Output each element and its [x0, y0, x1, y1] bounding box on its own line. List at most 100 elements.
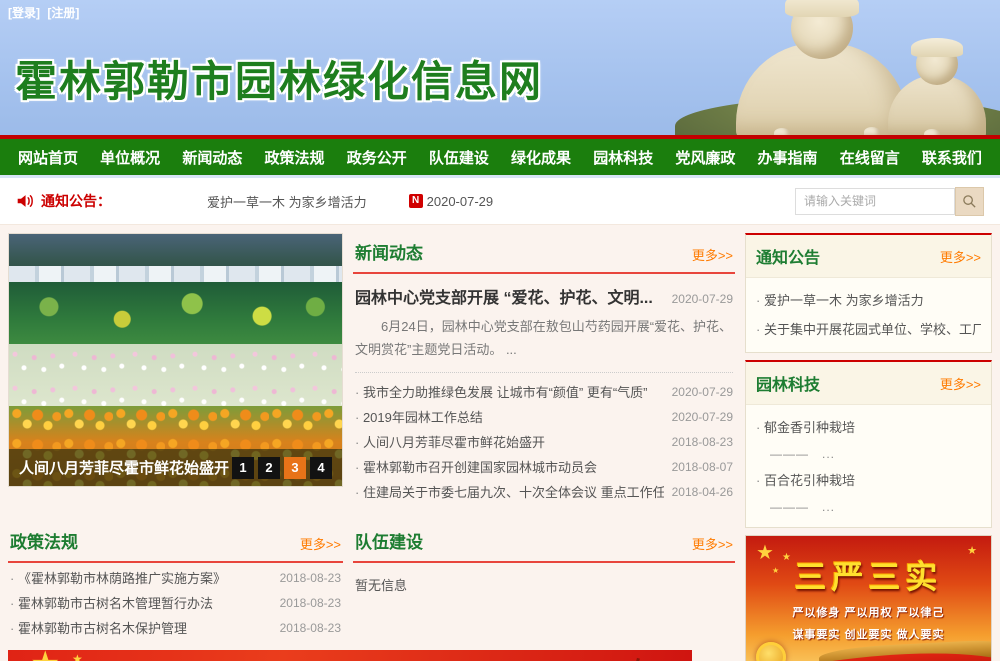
- nav-item-policy[interactable]: 政策法规: [265, 147, 325, 168]
- notices-list: 爱护一草一木 为家乡增活力 关于集中开展花园式单位、学校、工厂...: [746, 278, 991, 352]
- policy-item-title[interactable]: 《霍林郭勒市林荫路推广实施方案》: [10, 568, 272, 587]
- pager-button-1[interactable]: 1: [232, 457, 254, 479]
- statues-image: [690, 0, 1000, 135]
- carousel-caption-bar: 人间八月芳菲尽霍市鲜花始盛开 1 2 3 4: [9, 449, 342, 486]
- notices-box-title: 通知公告: [756, 244, 820, 268]
- star-icon: ★: [72, 652, 83, 661]
- carousel-caption[interactable]: 人间八月芳菲尽霍市鲜花始盛开: [19, 457, 232, 478]
- news-list-item[interactable]: 霍林郭勒市召开创建国家园林城市动员会 2018-08-07: [355, 454, 733, 479]
- news-item-title[interactable]: 人间八月芳菲尽霍市鲜花始盛开: [355, 432, 664, 451]
- carousel[interactable]: 人间八月芳菲尽霍市鲜花始盛开 1 2 3 4: [8, 233, 343, 487]
- policy-list-item[interactable]: 霍林郭勒市古树名木管理暂行办法 2018-08-23: [10, 590, 341, 615]
- news-item-date: 2018-08-07: [672, 460, 733, 474]
- pager-button-2[interactable]: 2: [258, 457, 280, 479]
- news-item-date: 2020-07-29: [672, 410, 733, 424]
- team-section-title: 队伍建设: [355, 528, 423, 553]
- featured-news-date: 2020-07-29: [672, 292, 733, 306]
- speaker-icon: [16, 192, 34, 210]
- nav-item-tech[interactable]: 园林科技: [593, 147, 653, 168]
- nav-item-news[interactable]: 新闻动态: [182, 147, 242, 168]
- nav-item-greening[interactable]: 绿化成果: [511, 147, 571, 168]
- policy-section-title: 政策法规: [10, 528, 78, 553]
- nav-item-party[interactable]: 党风廉政: [675, 147, 735, 168]
- sidebar: 通知公告 更多>> 爱护一草一木 为家乡增活力 关于集中开展花园式单位、学校、工…: [745, 233, 992, 661]
- nav-item-team[interactable]: 队伍建设: [429, 147, 489, 168]
- news-section: 新闻动态 更多>> 园林中心党支部开展 “爱花、护花、文明... 2020-07…: [353, 233, 735, 506]
- main-column: 人间八月芳菲尽霍市鲜花始盛开 1 2 3 4 新闻动态 更多>>: [8, 233, 735, 661]
- star-icon: ★: [30, 650, 60, 661]
- sanyan-banner-image[interactable]: ★ ★ ★ ★ 三严三实 严以修身 严以用权 严以律己 谋事要实 创业要实 做人…: [745, 535, 992, 661]
- policy-list-item[interactable]: 霍林郭勒市古树名木保护管理 2018-08-23: [10, 615, 341, 640]
- login-bar: [登录] [注册]: [8, 4, 83, 21]
- news-section-title: 新闻动态: [355, 239, 423, 264]
- news-section-head: 新闻动态 更多>>: [353, 233, 735, 274]
- policy-item-title[interactable]: 霍林郭勒市古树名木保护管理: [10, 618, 272, 637]
- news-item-title[interactable]: 住建局关于市委七届九次、十次全体会议 重点工作任...: [355, 482, 664, 501]
- policy-item-title[interactable]: 霍林郭勒市古树名木管理暂行办法: [10, 593, 272, 612]
- site-title: 霍林郭勒市园林绿化信息网: [15, 48, 543, 109]
- search-icon: [962, 194, 977, 209]
- yurt-shape: [774, 128, 790, 135]
- news-item-title[interactable]: 我市全力助推绿色发展 让城市有“颜值” 更有“气质”: [355, 382, 664, 401]
- policy-section-head: 政策法规 更多>>: [8, 522, 343, 563]
- sanyan-line1: 严以修身 严以用权 严以律己: [746, 604, 991, 620]
- pager-button-4[interactable]: 4: [310, 457, 332, 479]
- tech-item[interactable]: 郁金香引种栽培: [756, 413, 981, 442]
- carousel-pager: 1 2 3 4: [232, 457, 332, 479]
- news-more-link[interactable]: 更多>>: [692, 245, 733, 264]
- tech-more-link[interactable]: 更多>>: [940, 374, 981, 393]
- notice-item[interactable]: 爱护一草一木 为家乡增活力: [756, 286, 981, 315]
- policy-more-link[interactable]: 更多>>: [300, 534, 341, 553]
- login-link[interactable]: [登录]: [8, 6, 40, 20]
- nav-item-about[interactable]: 单位概况: [100, 147, 160, 168]
- nav-item-message[interactable]: 在线留言: [840, 147, 900, 168]
- tech-item[interactable]: 百合花引种栽培: [756, 466, 981, 495]
- notices-more-link[interactable]: 更多>>: [940, 247, 981, 266]
- featured-news: 园林中心党支部开展 “爱花、护花、文明... 2020-07-29 6月24日，…: [353, 274, 735, 368]
- policy-list: 《霍林郭勒市林荫路推广实施方案》 2018-08-23 霍林郭勒市古树名木管理暂…: [8, 563, 343, 642]
- policy-item-date: 2018-08-23: [280, 621, 341, 635]
- notice-bar: 通知公告： 爱护一草一木 为家乡增活力 N 2020-07-29: [0, 178, 1000, 225]
- nav-item-gov-affairs[interactable]: 政务公开: [347, 147, 407, 168]
- team-section-head: 队伍建设 更多>>: [353, 522, 735, 563]
- new-badge-icon: N: [409, 194, 423, 208]
- notices-box: 通知公告 更多>> 爱护一草一木 为家乡增活力 关于集中开展花园式单位、学校、工…: [745, 233, 992, 353]
- nav-item-contact[interactable]: 联系我们: [922, 147, 982, 168]
- notice-headline-link[interactable]: 爱护一草一木 为家乡增活力: [207, 192, 367, 211]
- news-list-item[interactable]: 2019年园林工作总结 2020-07-29: [355, 404, 733, 429]
- policy-list-item[interactable]: 《霍林郭勒市林荫路推广实施方案》 2018-08-23: [10, 565, 341, 590]
- tech-box-head: 园林科技 更多>>: [746, 362, 991, 405]
- yurt-shape: [864, 127, 880, 135]
- register-link[interactable]: [注册]: [47, 6, 79, 20]
- news-item-date: 2018-04-26: [672, 485, 733, 499]
- news-item-date: 2020-07-29: [672, 385, 733, 399]
- tech-list: 郁金香引种栽培 ——— ... 百合花引种栽培 ——— ...: [746, 405, 991, 527]
- policy-item-date: 2018-08-23: [280, 571, 341, 585]
- yurt-shape: [924, 129, 940, 135]
- divider: [355, 372, 733, 373]
- featured-news-title[interactable]: 园林中心党支部开展 “爱花、护花、文明...: [355, 284, 664, 308]
- news-list-item[interactable]: 我市全力助推绿色发展 让城市有“颜值” 更有“气质” 2020-07-29: [355, 379, 733, 404]
- tech-item-sub: ——— ...: [756, 495, 981, 519]
- sanyan-line2: 谋事要实 创业要实 做人要实: [746, 626, 991, 642]
- party-emblem-icon: [756, 642, 786, 661]
- nav-item-guide[interactable]: 办事指南: [758, 147, 818, 168]
- news-list-item[interactable]: 人间八月芳菲尽霍市鲜花始盛开 2018-08-23: [355, 429, 733, 454]
- page: [登录] [注册] 霍林郭勒市园林绿化信息网 网站首页 单位概况 新闻动态 政策…: [0, 0, 1000, 661]
- news-list-item[interactable]: 住建局关于市委七届九次、十次全体会议 重点工作任... 2018-04-26: [355, 479, 733, 504]
- site-header: [登录] [注册] 霍林郭勒市园林绿化信息网: [0, 0, 1000, 135]
- footer-banner-image[interactable]: ★ ★ ★ ★: [8, 650, 692, 661]
- team-more-link[interactable]: 更多>>: [692, 534, 733, 553]
- search-button[interactable]: [955, 187, 984, 216]
- news-item-title[interactable]: 2019年园林工作总结: [355, 407, 664, 426]
- tech-box-title: 园林科技: [756, 371, 820, 395]
- search-area: [795, 187, 984, 216]
- nav-item-home[interactable]: 网站首页: [18, 147, 78, 168]
- notice-item[interactable]: 关于集中开展花园式单位、学校、工厂...: [756, 315, 981, 344]
- pager-button-3-active[interactable]: 3: [284, 457, 306, 479]
- notices-box-head: 通知公告 更多>>: [746, 235, 991, 278]
- tech-item-sub: ——— ...: [756, 442, 981, 466]
- news-item-title[interactable]: 霍林郭勒市召开创建国家园林城市动员会: [355, 457, 664, 476]
- sanyan-title: 三严三实: [746, 552, 991, 598]
- search-input[interactable]: [795, 188, 955, 215]
